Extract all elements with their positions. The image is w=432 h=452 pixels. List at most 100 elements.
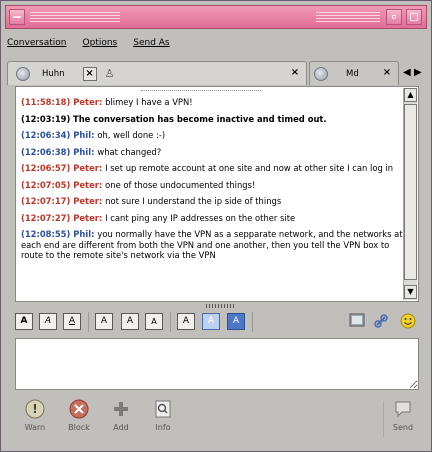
pane-resize-handle[interactable] [206,304,236,308]
normal-font-button[interactable]: A [121,313,139,330]
tab-bar: Huhn × ♙ × Md × ◀ ▶ [7,58,427,88]
minimize-button[interactable] [386,9,402,25]
title-grip-right [316,12,380,22]
typing-icon: ♙ [104,67,115,80]
message-timestamp: (12:06:34) [21,130,71,140]
message-row: (12:07:17) Peter: not sure I understand … [21,196,405,207]
block-icon [69,399,89,419]
block-label: Block [68,423,90,432]
message-timestamp: (12:07:05) [21,179,71,190]
message-text: The conversation has become inactive and… [73,113,327,124]
menu-bar: Conversation Options Send As [7,38,170,52]
message-text: not sure I understand the ip side of thi… [105,196,282,206]
background-color-button[interactable]: A [227,313,245,330]
send-icon [395,401,411,418]
message-row: (12:03:19) The conversation has become i… [21,114,405,125]
add-icon [114,402,128,416]
action-toolbar: ! Warn Block Add Info Send [15,395,419,445]
svg-text:!: ! [32,402,37,416]
warning-icon: ! [25,399,45,419]
info-label: Info [155,423,171,432]
message-timestamp: (11:58:18) [21,97,71,107]
person-icon [314,66,328,81]
smiley-icon[interactable] [399,313,417,330]
shrink-font-button[interactable]: A [145,313,163,330]
info-button[interactable]: Info [145,399,181,432]
add-button[interactable]: Add [103,399,139,432]
tab-label: Huhn [42,68,65,79]
warn-label: Warn [24,423,46,432]
message-text: oh, well done :-) [97,130,166,140]
message-row: (12:07:27) Peter: I cant ping any IP add… [21,213,405,224]
warn-button[interactable]: ! Warn [17,399,53,432]
message-timestamp: (12:03:19) [21,113,71,124]
clipped-line [141,87,261,91]
bold-button[interactable]: A [15,313,33,330]
maximize-icon [410,13,418,21]
message-sender: Phil: [70,130,98,140]
title-grip [30,12,120,22]
send-label: Send [392,423,414,432]
message-sender: Phil: [70,229,98,239]
scroll-up-button[interactable]: ▲ [404,88,417,102]
underline-button[interactable]: A [63,313,81,330]
log-scrollbar[interactable]: ▲ ▼ [403,88,417,300]
minimize-icon [392,15,396,19]
message-sender: Peter: [70,196,106,206]
close-icon[interactable]: × [82,66,97,81]
separator [170,312,171,332]
message-row: (12:06:38) Phil: what changed? [21,147,405,158]
scroll-thumb[interactable] [404,104,417,280]
menu-conversation[interactable]: Conversation [7,38,67,52]
tab-scroll-right-icon[interactable]: ▶ [414,67,422,78]
foreground-color-button[interactable]: A [202,313,220,330]
chat-window: Conversation Options Send As Huhn × ♙ × … [0,0,432,452]
tab-label: Md [346,68,359,79]
title-bar[interactable] [5,5,427,29]
message-sender: Peter: [70,212,106,223]
message-timestamp: (12:06:57) [21,163,71,173]
message-row: (11:58:18) Peter: blimey I have a VPN! [21,97,405,108]
message-sender: Peter: [70,97,106,107]
tab-md[interactable]: Md × [309,61,399,85]
menu-options[interactable]: Options [83,38,118,52]
insert-link-icon[interactable] [372,313,390,330]
close-tab-button[interactable]: × [288,67,302,81]
window-menu-icon [13,16,21,18]
message-timestamp: (12:07:27) [21,212,71,223]
info-icon [155,400,171,418]
tab-scroll-left-icon[interactable]: ◀ [403,67,411,78]
tab-huhn[interactable]: Huhn × ♙ × [7,61,307,85]
separator [383,401,384,437]
message-timestamp: (12:08:55) [21,229,71,239]
message-list: (11:58:18) Peter: blimey I have a VPN! (1… [21,87,405,267]
message-row: (12:06:57) Peter: I set up remote accoun… [21,163,405,174]
message-row: (12:08:55) Phil: you normally have the V… [21,229,405,261]
format-toolbar: A A A A A A A A A [15,311,419,333]
conversation-log[interactable]: (11:58:18) Peter: blimey I have a VPN! (1… [15,86,419,302]
message-text: blimey I have a VPN! [105,97,193,107]
italic-button[interactable]: A [39,313,57,330]
block-button[interactable]: Block [61,399,97,432]
menu-send-as[interactable]: Send As [133,38,169,52]
send-button[interactable]: Send [385,399,421,432]
font-face-button[interactable]: A [177,313,195,330]
separator [88,312,89,332]
scroll-down-button[interactable]: ▼ [404,285,417,299]
person-icon [16,66,30,81]
message-text: I cant ping any IP addresses on the othe… [105,212,296,223]
message-sender: Peter: [70,179,106,190]
window-menu-button[interactable] [9,9,25,25]
insert-image-icon[interactable] [348,313,366,330]
message-timestamp: (12:06:38) [21,146,71,157]
message-text: I set up remote account at one site and … [105,163,394,173]
message-sender: Peter: [70,163,106,173]
message-input[interactable] [15,338,419,390]
close-icon[interactable]: × [380,67,394,81]
add-label: Add [113,423,129,432]
message-text: one of those undocumented things! [105,179,256,190]
grow-font-button[interactable]: A [95,313,113,330]
message-timestamp: (12:07:17) [21,196,71,206]
maximize-button[interactable] [406,9,422,25]
message-row: (12:07:05) Peter: one of those undocumen… [21,180,405,191]
